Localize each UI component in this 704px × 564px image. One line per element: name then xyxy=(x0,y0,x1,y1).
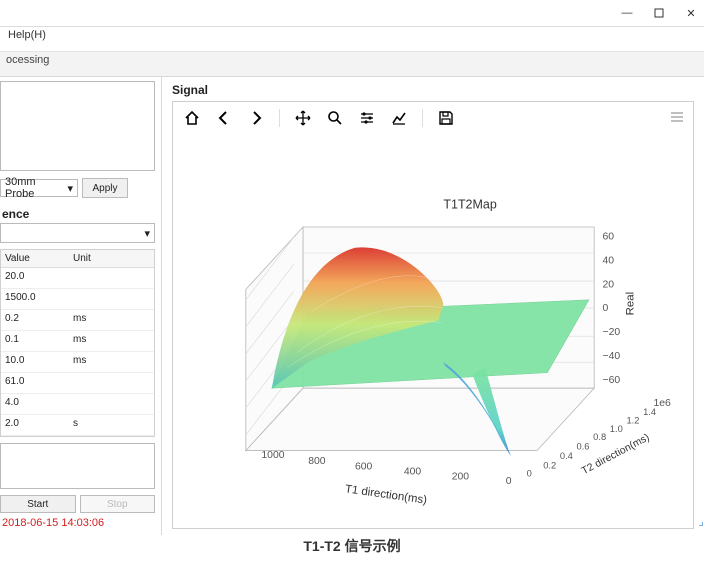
col-value: Value xyxy=(1,250,69,267)
svg-text:−20: −20 xyxy=(603,327,621,338)
y-axis-label: T2 direction(ms) xyxy=(580,432,651,477)
tab-processing[interactable]: ocessing xyxy=(6,54,49,66)
arrow-left-icon xyxy=(216,110,232,126)
table-row[interactable]: 4.0 xyxy=(1,394,154,415)
chart-line-icon xyxy=(391,110,407,126)
table-row[interactable]: 0.1ms xyxy=(1,331,154,352)
sequence-select[interactable]: ▾ xyxy=(0,223,155,243)
svg-text:1000: 1000 xyxy=(261,450,284,461)
z-axis-label: Real xyxy=(625,292,637,316)
x-axis-label: T1 direction(ms) xyxy=(344,483,428,506)
probe-row: 30mm Probe ▾ Apply xyxy=(0,177,155,199)
separator xyxy=(279,109,280,127)
edit-button[interactable] xyxy=(390,109,408,127)
chart-title: T1T2Map xyxy=(443,197,496,211)
move-icon xyxy=(295,110,311,126)
save-button[interactable] xyxy=(437,109,455,127)
close-button[interactable]: ✕ xyxy=(684,6,698,20)
table-row[interactable]: 10.0ms xyxy=(1,352,154,373)
table-row[interactable]: 0.2ms xyxy=(1,310,154,331)
table-row[interactable]: 2.0s xyxy=(1,415,154,436)
probe-value: 30mm Probe xyxy=(5,176,67,200)
apply-button[interactable]: Apply xyxy=(82,178,128,198)
zoom-button[interactable] xyxy=(326,109,344,127)
configure-button[interactable] xyxy=(358,109,376,127)
svg-text:600: 600 xyxy=(355,461,373,472)
svg-text:400: 400 xyxy=(404,467,422,478)
svg-text:800: 800 xyxy=(308,456,326,467)
help-menu[interactable]: Help(H) xyxy=(8,29,46,41)
plot-toolbar xyxy=(173,102,693,134)
table-header: Value Unit xyxy=(1,250,154,268)
left-panel: 30mm Probe ▾ Apply ence ▾ Value Unit 20.… xyxy=(0,77,162,535)
start-button[interactable]: Start xyxy=(0,495,76,513)
separator xyxy=(422,109,423,127)
table-row[interactable]: 20.0 xyxy=(1,268,154,289)
save-icon xyxy=(438,110,454,126)
surface-plot[interactable]: T1T2Map xyxy=(173,134,693,528)
run-row: Start Stop xyxy=(0,495,155,513)
log-textarea[interactable] xyxy=(0,443,155,489)
svg-text:40: 40 xyxy=(603,255,615,266)
svg-text:0.4: 0.4 xyxy=(560,451,573,461)
svg-text:0.8: 0.8 xyxy=(593,432,606,442)
sliders-icon xyxy=(359,110,375,126)
svg-text:0: 0 xyxy=(603,303,609,314)
home-icon xyxy=(184,110,200,126)
resize-handle-icon[interactable]: ⌟ xyxy=(698,514,704,528)
table-row[interactable]: 1500.0 xyxy=(1,289,154,310)
home-button[interactable] xyxy=(183,109,201,127)
svg-text:1.0: 1.0 xyxy=(610,424,623,434)
search-icon xyxy=(327,110,343,126)
menubar: Help(H) xyxy=(0,27,704,52)
chevron-down-icon: ▾ xyxy=(144,227,150,240)
sequence-header: ence xyxy=(0,203,155,223)
back-button[interactable] xyxy=(215,109,233,127)
minimize-button[interactable]: — xyxy=(620,6,634,20)
main-body: 30mm Probe ▾ Apply ence ▾ Value Unit 20.… xyxy=(0,77,704,535)
signal-header: Signal xyxy=(172,83,694,97)
probe-select[interactable]: 30mm Probe ▾ xyxy=(0,179,78,197)
pan-button[interactable] xyxy=(294,109,312,127)
svg-text:−60: −60 xyxy=(603,375,621,386)
menu-icon[interactable] xyxy=(671,112,683,122)
svg-text:60: 60 xyxy=(603,231,615,242)
arrow-right-icon xyxy=(248,110,264,126)
tabbar: ocessing xyxy=(0,52,704,77)
stop-button: Stop xyxy=(80,495,156,513)
timestamp-label: 2018-06-15 14:03:06 xyxy=(0,513,155,533)
square-icon xyxy=(654,8,664,18)
svg-text:20: 20 xyxy=(603,279,615,290)
svg-text:0: 0 xyxy=(527,469,532,479)
titlebar: — ✕ xyxy=(0,0,704,27)
svg-text:200: 200 xyxy=(452,472,470,483)
plot-container: T1T2Map xyxy=(172,101,694,529)
svg-text:0: 0 xyxy=(506,476,512,487)
svg-text:0.2: 0.2 xyxy=(543,460,556,470)
svg-text:1.2: 1.2 xyxy=(626,416,639,426)
table-row[interactable]: 61.0 xyxy=(1,373,154,394)
params-table: Value Unit 20.0 1500.0 0.2ms 0.1ms 10.0m… xyxy=(0,249,155,437)
forward-button[interactable] xyxy=(247,109,265,127)
maximize-button[interactable] xyxy=(652,6,666,20)
col-unit: Unit xyxy=(69,250,137,267)
y-axis-exp: 1e6 xyxy=(653,398,671,409)
app-window: — ✕ Help(H) ocessing 30mm Probe ▾ Apply … xyxy=(0,0,704,528)
svg-text:−40: −40 xyxy=(603,351,621,362)
top-input[interactable] xyxy=(0,81,155,171)
right-panel: Signal xyxy=(162,77,704,535)
svg-text:0.6: 0.6 xyxy=(577,442,590,452)
chevron-down-icon: ▾ xyxy=(67,182,73,195)
